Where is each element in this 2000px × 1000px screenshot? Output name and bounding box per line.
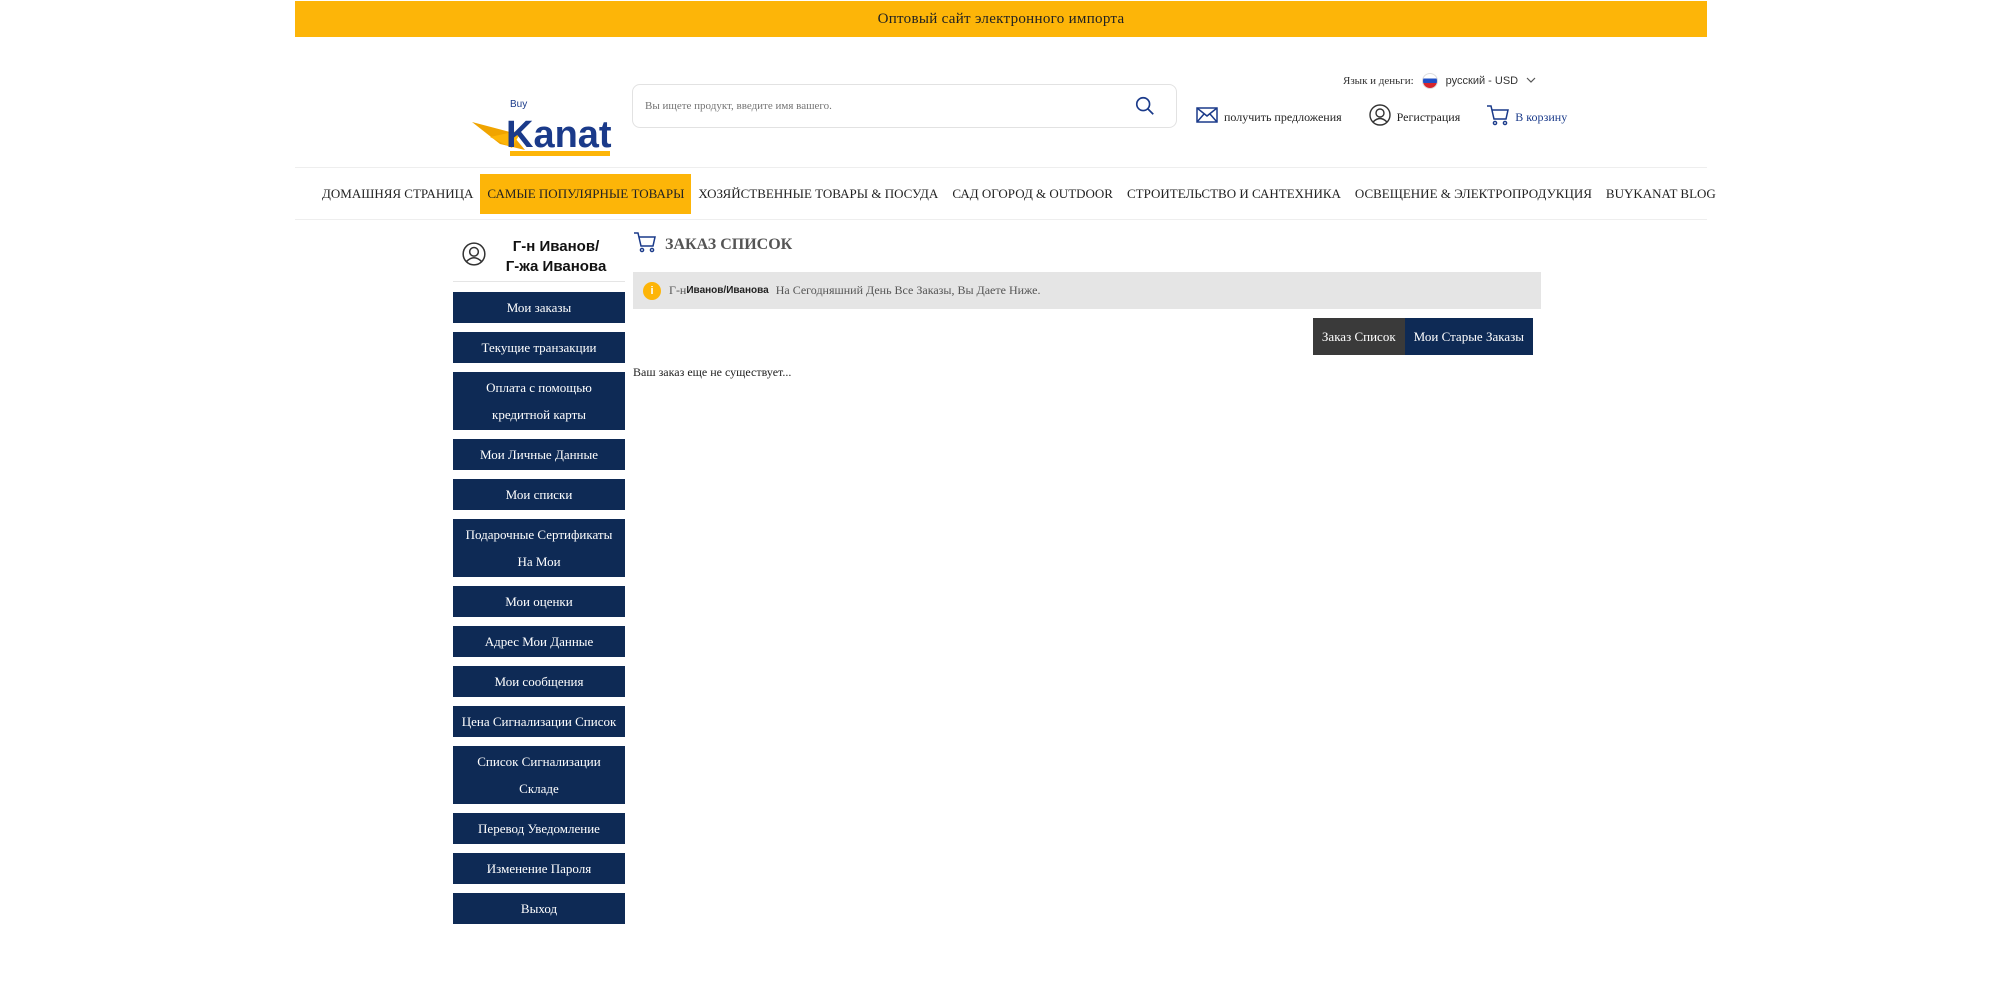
cart-link[interactable]: В корзину	[1486, 103, 1567, 131]
info-alert: i Г-н Иванов/Иванова На Сегодняшний День…	[633, 272, 1541, 309]
chevron-down-icon[interactable]	[1526, 75, 1536, 88]
empty-orders-message: Ваш заказ еще не существует...	[633, 365, 792, 379]
get-offers-label: получить предложения	[1224, 109, 1342, 124]
user-avatar-icon	[453, 241, 487, 272]
sidebar-item-price-alerts[interactable]: Цена Сигнализации Список	[453, 706, 625, 737]
nav-item-blog[interactable]: BUYKANAT BLOG	[1599, 174, 1723, 214]
sidebar-item-personal-data[interactable]: Мои Личные Данные	[453, 439, 625, 470]
top-banner: Оптовый сайт электронного импорта	[295, 1, 1707, 37]
sidebar-item-transactions[interactable]: Текущие транзакции	[453, 332, 625, 363]
nav-item-popular[interactable]: САМЫЕ ПОПУЛЯРНЫЕ ТОВАРЫ	[480, 173, 692, 214]
language-currency[interactable]: Язык и деньги: русский - USD	[1343, 73, 1536, 89]
svg-text:Buy: Buy	[510, 99, 527, 110]
sidebar-item-messages[interactable]: Мои сообщения	[453, 666, 625, 697]
main-content: ЗАКАЗ СПИСОК i Г-н Иванов/Иванова На Сег…	[633, 232, 1541, 380]
nav-item-household[interactable]: ХОЗЯЙСТВЕННЫЕ ТОВАРЫ & ПОСУДА	[691, 174, 945, 214]
tab-order-list[interactable]: Заказ Список	[1312, 318, 1405, 355]
header-links: получить предложения Регистрация В корзи…	[1195, 103, 1567, 131]
register-label: Регистрация	[1396, 109, 1461, 124]
user-icon	[1368, 103, 1392, 131]
language-label: Язык и деньги:	[1343, 75, 1414, 87]
nav-item-construction[interactable]: СТРОИТЕЛЬСТВО И САНТЕХНИКА	[1120, 174, 1348, 214]
nav-item-lighting[interactable]: ОСВЕЩЕНИЕ & ЭЛЕКТРОПРОДУКЦИЯ	[1348, 174, 1599, 214]
sidebar-item-transfer-notice[interactable]: Перевод Уведомление	[453, 813, 625, 844]
alert-text: На Сегодняшний День Все Заказы, Вы Даете…	[775, 283, 1041, 297]
sidebar-item-gift-certificates[interactable]: Подарочные Сертификаты На Мои	[453, 519, 625, 577]
sidebar-item-my-lists[interactable]: Мои списки	[453, 479, 625, 510]
sidebar-item-change-password[interactable]: Изменение Пароля	[453, 853, 625, 884]
sidebar-item-credit-card[interactable]: Оплата с помощью кредитной карты	[453, 372, 625, 430]
header: Kanat Buy Язык и деньги: русский - USD п…	[295, 37, 1707, 167]
register-link[interactable]: Регистрация	[1368, 103, 1461, 131]
main-nav: ДОМАШНЯЯ СТРАНИЦА САМЫЕ ПОПУЛЯРНЫЕ ТОВАР…	[295, 167, 1716, 220]
user-name: Г-н Иванов/ Г-жа Иванова	[487, 237, 625, 277]
cart-icon	[1486, 103, 1510, 131]
account-sidebar: Г-н Иванов/ Г-жа Иванова Мои заказы Теку…	[453, 232, 625, 933]
svg-text:Kanat: Kanat	[506, 114, 612, 156]
sidebar-item-my-orders[interactable]: Мои заказы	[453, 292, 625, 323]
search-input[interactable]	[645, 100, 1134, 112]
sidebar-item-address[interactable]: Адрес Мои Данные	[453, 626, 625, 657]
nav-item-garden[interactable]: САД ОГОРОД & OUTDOOR	[945, 174, 1120, 214]
cart-icon	[633, 230, 657, 259]
tab-old-orders[interactable]: Мои Старые Заказы	[1404, 318, 1533, 355]
get-offers-link[interactable]: получить предложения	[1195, 103, 1342, 131]
search-box	[632, 84, 1177, 128]
sidebar-item-logout[interactable]: Выход	[453, 893, 625, 924]
alert-prefix: Г-н	[669, 283, 687, 297]
russia-flag-icon	[1421, 73, 1438, 89]
page-title: ЗАКАЗ СПИСОК	[633, 232, 1541, 257]
sidebar-item-my-ratings[interactable]: Мои оценки	[453, 586, 625, 617]
search-icon[interactable]	[1134, 95, 1156, 117]
user-block: Г-н Иванов/ Г-жа Иванова	[453, 232, 625, 282]
envelope-icon	[1195, 103, 1219, 131]
nav-item-home[interactable]: ДОМАШНЯЯ СТРАНИЦА	[315, 174, 480, 214]
cart-label: В корзину	[1515, 109, 1568, 124]
order-tabs: Заказ Список Мои Старые Заказы	[633, 318, 1533, 355]
top-banner-text: Оптовый сайт электронного импорта	[877, 10, 1125, 27]
info-icon: i	[643, 281, 661, 300]
sidebar-item-stock-alerts[interactable]: Список Сигнализации Складе	[453, 746, 625, 804]
kanat-logo[interactable]: Kanat Buy	[470, 82, 615, 172]
user-name-line1: Г-н Иванов/	[512, 237, 600, 255]
alert-user-name: Иванов/Иванова	[686, 285, 769, 296]
user-name-line2: Г-жа Иванова	[505, 257, 607, 275]
language-select[interactable]: русский - USD	[1446, 75, 1518, 87]
page-title-text: ЗАКАЗ СПИСОК	[665, 235, 793, 253]
